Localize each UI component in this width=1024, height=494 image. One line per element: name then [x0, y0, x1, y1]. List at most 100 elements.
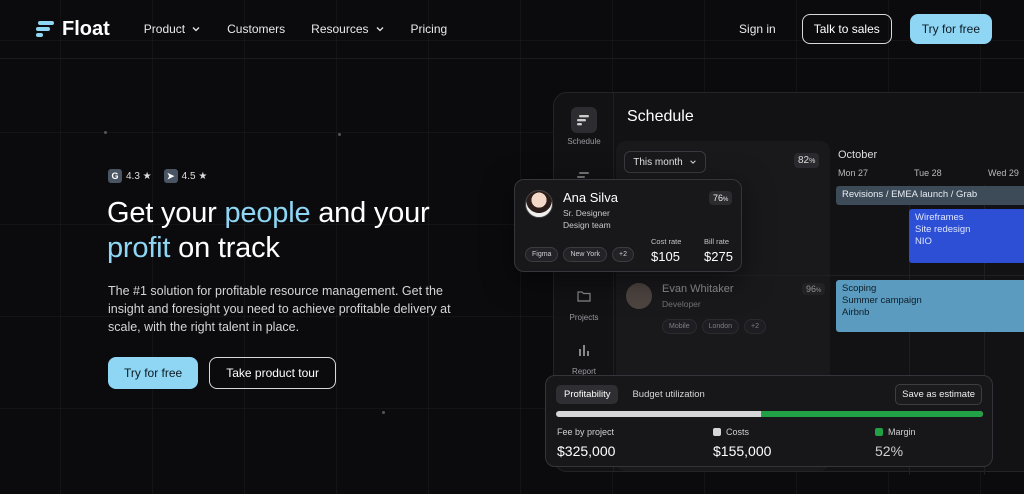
margin-legend-swatch — [875, 428, 883, 436]
chevron-down-icon — [192, 27, 200, 32]
hero-cta: Try for free Take product tour — [108, 357, 336, 389]
costs-value: $155,000 — [713, 443, 772, 459]
float-logo-icon — [36, 21, 54, 37]
person-utilization-unit: % — [723, 197, 729, 203]
person-tags: Mobile London +2 — [662, 319, 766, 334]
hero-title-accent: people — [224, 197, 311, 229]
rating-capterra: ➤ 4.5 ★ — [163, 169, 208, 183]
sidebar-item-schedule[interactable]: Schedule — [554, 107, 614, 146]
try-for-free-button[interactable]: Try for free — [108, 357, 199, 389]
tab-budget-utilization[interactable]: Budget utilization — [624, 385, 712, 404]
person-role: Developer — [662, 299, 701, 309]
nav-product-label: Product — [143, 22, 186, 36]
top-nav: Float Product Customers Resources Pricin… — [0, 0, 1024, 58]
talk-to-sales-button[interactable]: Talk to sales — [801, 14, 892, 44]
hero-title-part: Get your — [107, 197, 225, 229]
rating-g2: G 4.3 ★ — [108, 169, 152, 183]
person-utilization-value: 76 — [713, 193, 724, 203]
nav-customers-label: Customers — [227, 22, 286, 36]
fee-value: $325,000 — [557, 443, 616, 459]
nav-pricing[interactable]: Pricing — [411, 22, 448, 36]
task-project: Site redesign — [915, 224, 971, 235]
person-utilization-value: 96 — [806, 284, 817, 294]
person-utilization-unit: % — [816, 288, 822, 294]
app-title: Schedule — [627, 108, 694, 125]
chevron-down-icon — [376, 27, 383, 32]
decor-dot — [338, 133, 341, 136]
cost-rate-value: $105 — [651, 249, 680, 264]
chart-icon — [571, 337, 597, 363]
person-name: Ana Silva — [563, 190, 618, 205]
g2-icon: G — [108, 169, 122, 183]
bill-rate: Bill rate $275 — [704, 237, 733, 264]
decor-dot — [104, 131, 107, 134]
margin-fill — [760, 411, 983, 417]
product-tour-button[interactable]: Take product tour — [209, 357, 336, 389]
nav-divider — [0, 58, 1024, 59]
chevron-down-icon — [689, 160, 696, 164]
fee-label: Fee by project — [557, 427, 615, 437]
rating-score: 4.3 ★ — [126, 170, 152, 182]
row-divider — [616, 275, 1024, 276]
profit-bar — [556, 411, 983, 417]
margin-label: Margin — [888, 427, 916, 437]
brand-logo[interactable]: Float — [36, 18, 110, 41]
sidebar-label: Projects — [569, 313, 599, 322]
try-for-free-nav-button[interactable]: Try for free — [909, 14, 992, 44]
month-label: October — [838, 149, 878, 161]
day-header: Tue 28 — [914, 168, 942, 178]
day-header: Wed 29 — [988, 168, 1019, 178]
utilization-badge: 82% — [794, 153, 820, 168]
costs-stat: Costs $155,000 — [713, 427, 771, 459]
nav-resources-label: Resources — [311, 22, 369, 36]
day-header: Mon 27 — [838, 168, 869, 178]
profitability-panel: Profitability Budget utilization Save as… — [545, 375, 993, 467]
hero-title: Get your people and your profit on track — [107, 196, 487, 266]
period-select[interactable]: This month — [624, 151, 706, 173]
nav-links: Product Customers Resources Pricing — [144, 22, 447, 36]
hero-title-part: and your — [310, 197, 430, 229]
cost-rate-label: Cost rate — [651, 237, 682, 246]
brand-name: Float — [62, 17, 110, 40]
decor-dot — [382, 411, 385, 414]
rating-score: 4.5 ★ — [181, 170, 208, 182]
margin-stat: Margin 52% — [875, 427, 916, 459]
capterra-icon: ➤ — [163, 169, 178, 183]
task-title: Scoping — [842, 283, 877, 294]
tag: +2 — [612, 247, 635, 262]
sign-in-link[interactable]: Sign in — [739, 22, 776, 36]
schedule-icon — [571, 107, 597, 133]
task-project: Summer campaign — [842, 295, 922, 306]
task-client: Airbnb — [842, 307, 870, 318]
costs-label-row: Costs — [713, 427, 771, 437]
costs-label: Costs — [726, 427, 750, 437]
page: Float Product Customers Resources Pricin… — [0, 0, 1024, 494]
avatar — [525, 190, 553, 218]
nav-pricing-label: Pricing — [410, 22, 448, 36]
person-card-ana[interactable]: Ana Silva Sr. Designer Design team 76% F… — [514, 179, 742, 272]
utilization-unit: % — [809, 158, 816, 165]
person-name: Evan Whitaker — [662, 283, 734, 295]
tag: New York — [563, 247, 608, 262]
save-as-estimate-button[interactable]: Save as estimate — [895, 384, 982, 405]
person-team: Design team — [563, 220, 611, 230]
hero-title-accent: profit — [107, 232, 171, 264]
person-evan[interactable]: Evan Whitaker Developer 96% Mobile Londo… — [622, 283, 830, 339]
tab-profitability[interactable]: Profitability — [556, 385, 619, 404]
tag: London — [701, 319, 739, 334]
sidebar-item-report[interactable]: Report — [554, 337, 614, 376]
bill-rate-label: Bill rate — [704, 237, 730, 246]
fee-stat: Fee by project $325,000 — [557, 427, 615, 459]
hero-subtitle: The #1 solution for profitable resource … — [108, 284, 451, 334]
bill-rate-value: $275 — [704, 249, 733, 264]
nav-actions: Sign in Talk to sales Try for free — [739, 14, 992, 44]
period-select-value: This month — [633, 156, 683, 168]
task-wireframes[interactable]: Wireframes Site redesign NIO — [909, 209, 1024, 263]
sidebar-item-projects[interactable]: Projects — [554, 283, 614, 322]
task-scoping[interactable]: Scoping Summer campaign Airbnb — [836, 280, 1024, 332]
nav-resources[interactable]: Resources — [311, 22, 384, 36]
nav-product[interactable]: Product — [144, 22, 201, 36]
nav-customers[interactable]: Customers — [227, 22, 285, 36]
task-revisions[interactable]: Revisions / EMEA launch / Grab — [836, 186, 1024, 205]
ratings: G 4.3 ★ ➤ 4.5 ★ — [108, 169, 207, 183]
